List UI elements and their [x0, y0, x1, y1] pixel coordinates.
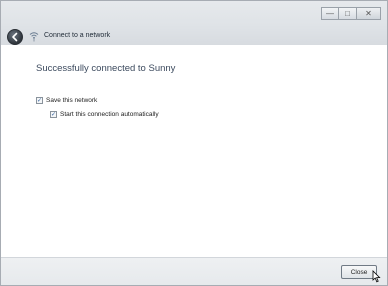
connection-status-heading: Successfully connected to Sunny	[36, 63, 176, 74]
save-network-checkbox[interactable]: ✓	[36, 97, 43, 104]
start-automatically-checkbox[interactable]: ✓	[50, 111, 57, 118]
save-network-option[interactable]: ✓ Save this network	[36, 97, 97, 104]
start-automatically-label: Start this connection automatically	[60, 111, 159, 118]
window-title: Connect to a network	[44, 32, 111, 39]
close-window-button[interactable]: ✕	[357, 7, 381, 20]
wireless-network-icon	[29, 32, 39, 42]
dialog-window: — □ ✕ Connect to a network Successfully …	[0, 0, 388, 286]
content-area: Successfully connected to Sunny ✓ Save t…	[1, 45, 387, 257]
minimize-button[interactable]: —	[321, 7, 339, 20]
save-network-label: Save this network	[46, 97, 98, 104]
maximize-icon: □	[345, 8, 350, 18]
close-button-label: Close	[350, 268, 368, 276]
close-icon: ✕	[365, 8, 372, 18]
caption-buttons: — □ ✕	[321, 7, 381, 21]
back-button[interactable]	[7, 29, 23, 45]
back-arrow-icon	[12, 32, 18, 42]
title-bar[interactable]: — □ ✕ Connect to a network	[1, 1, 387, 45]
start-automatically-option[interactable]: ✓ Start this connection automatically	[50, 111, 159, 118]
maximize-button[interactable]: □	[339, 7, 357, 20]
dialog-footer: Close	[1, 257, 387, 285]
minimize-icon: —	[326, 8, 334, 18]
mouse-pointer-icon	[372, 270, 381, 283]
